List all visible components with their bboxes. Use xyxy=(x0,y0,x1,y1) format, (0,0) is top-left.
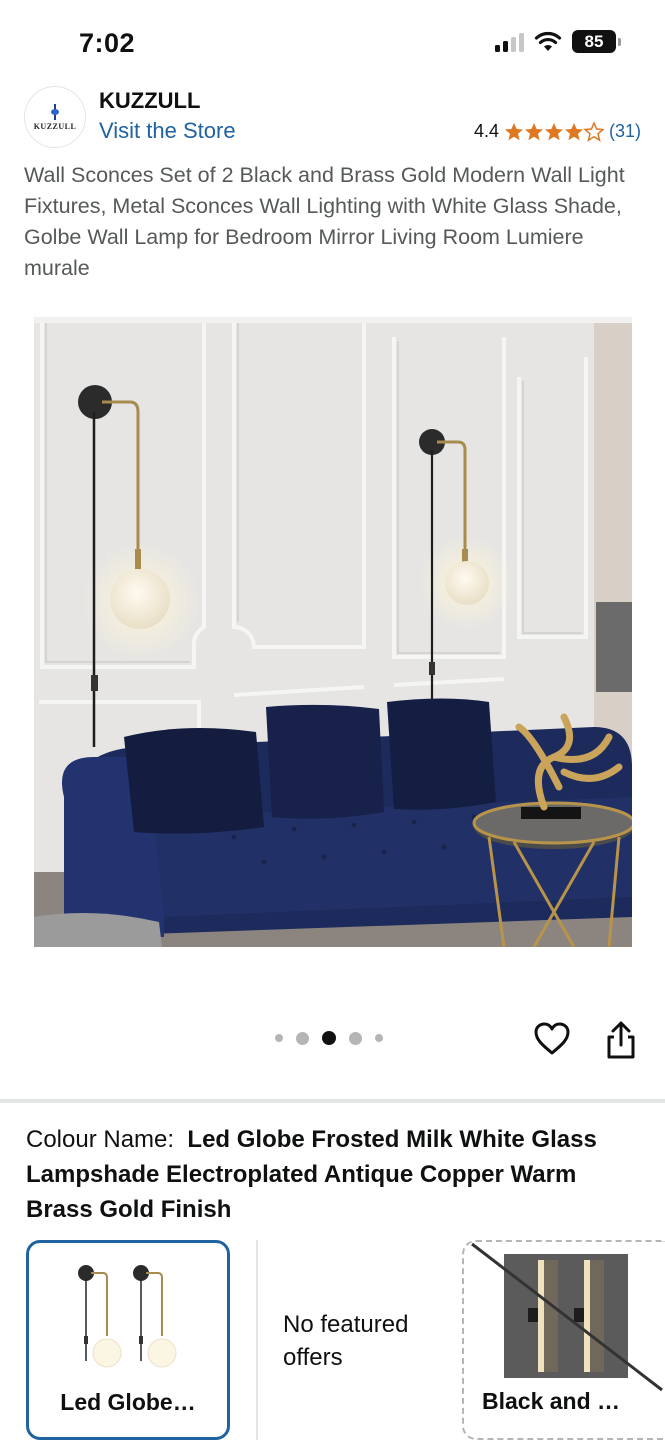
brand-name: KUZZULL xyxy=(99,88,201,113)
variant-thumbnail xyxy=(78,1265,177,1368)
variant-label: Black and … xyxy=(482,1388,621,1414)
product-title: Wall Sconces Set of 2 Black and Brass Go… xyxy=(24,163,625,280)
carousel-dot[interactable] xyxy=(295,1031,309,1045)
share-icon[interactable] xyxy=(603,1020,639,1060)
section-divider xyxy=(0,1099,665,1103)
rating-value: 4.4 xyxy=(473,121,499,141)
carousel-dot-active[interactable] xyxy=(321,1031,336,1045)
variant-separator xyxy=(256,1240,258,1440)
heart-icon[interactable] xyxy=(533,1020,571,1058)
product-photo xyxy=(34,317,632,947)
no-featured-offers: No featured offers xyxy=(283,1311,409,1371)
colour-label: Colour Name: xyxy=(26,1126,175,1153)
status-time: 7:02 xyxy=(79,28,136,58)
carousel-dot[interactable] xyxy=(274,1034,283,1042)
cellular-signal-icon xyxy=(495,32,524,52)
wifi-icon xyxy=(534,31,562,51)
colour-name: Colour Name: Led Globe Frosted Milk Whit… xyxy=(26,1122,646,1227)
battery-icon: 85 xyxy=(572,30,621,53)
store-header: KUZZULL KUZZULL Visit the Store 4.4 (31) xyxy=(0,84,665,154)
status-bar: 7:02 85 xyxy=(0,0,665,80)
battery-level: 85 xyxy=(572,30,616,53)
variant-option-selected[interactable]: Led Globe… xyxy=(26,1240,230,1440)
variant-label: Led Globe… xyxy=(60,1389,196,1415)
star-rating-icon xyxy=(504,121,604,141)
logo-text: KUZZULL xyxy=(33,121,77,131)
store-logo[interactable]: KUZZULL xyxy=(24,86,86,148)
product-image[interactable] xyxy=(34,317,632,947)
variant-option-unavailable[interactable]: Black and … xyxy=(462,1240,665,1440)
visit-store-link[interactable]: Visit the Store xyxy=(99,118,236,144)
rating[interactable]: 4.4 (31) xyxy=(474,121,641,142)
carousel-dot[interactable] xyxy=(348,1031,362,1045)
logo-mark-icon xyxy=(51,103,59,120)
carousel-dot[interactable] xyxy=(374,1034,383,1042)
unavailable-strike-icon xyxy=(471,1242,663,1392)
review-count: (31) xyxy=(608,121,641,141)
